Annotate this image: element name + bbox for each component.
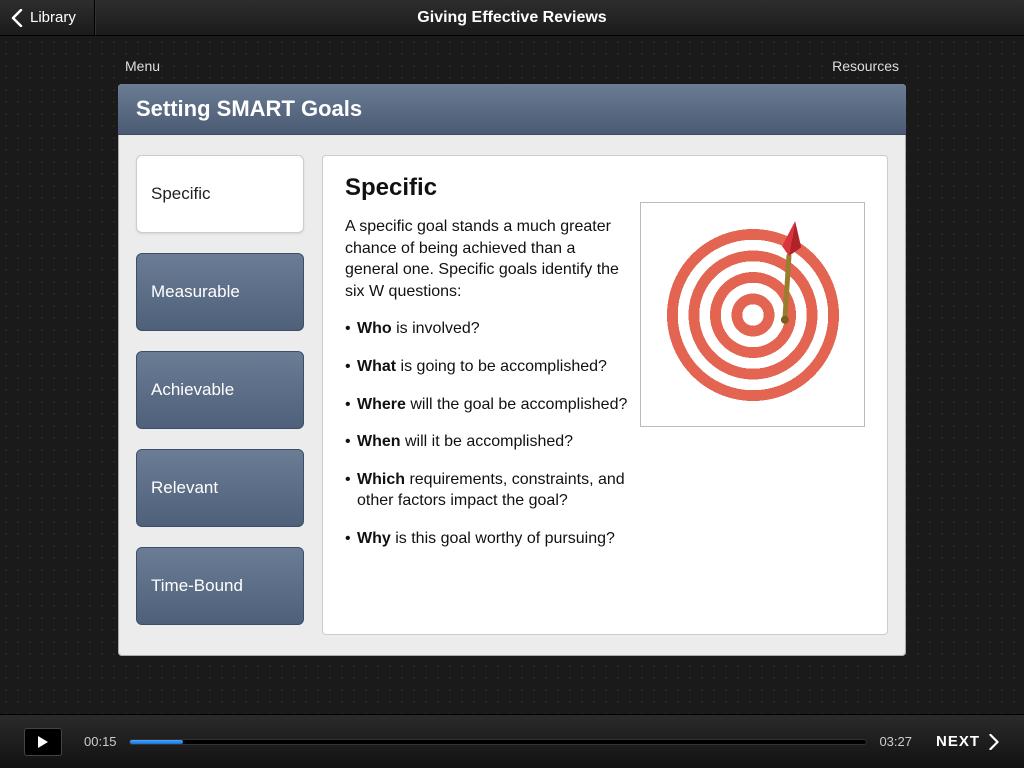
list-item: What is going to be accomplished? bbox=[345, 356, 645, 378]
tab-measurable[interactable]: Measurable bbox=[136, 253, 304, 331]
play-icon bbox=[37, 735, 49, 749]
slide-header: Setting SMART Goals bbox=[118, 84, 906, 135]
tab-label: Time-Bound bbox=[151, 576, 243, 596]
back-label: Library bbox=[30, 9, 76, 26]
chevron-left-icon bbox=[10, 9, 24, 27]
tab-label: Specific bbox=[151, 184, 211, 204]
current-time: 00:15 bbox=[84, 734, 117, 749]
tab-label: Measurable bbox=[151, 282, 240, 302]
page-title: Giving Effective Reviews bbox=[0, 9, 1024, 27]
list-item: Who is involved? bbox=[345, 318, 645, 340]
menu-button[interactable]: Menu bbox=[125, 58, 160, 74]
next-label: NEXT bbox=[936, 733, 980, 750]
tab-achievable[interactable]: Achievable bbox=[136, 351, 304, 429]
top-bar: Library Giving Effective Reviews bbox=[0, 0, 1024, 36]
bullet-list: Who is involved? What is going to be acc… bbox=[345, 318, 645, 549]
play-button[interactable] bbox=[24, 728, 62, 756]
content-image bbox=[640, 202, 865, 427]
slide-body: Specific Measurable Achievable Relevant … bbox=[118, 135, 906, 655]
slide-container: Setting SMART Goals Specific Measurable … bbox=[118, 84, 906, 656]
tab-label: Achievable bbox=[151, 380, 234, 400]
tab-time-bound[interactable]: Time-Bound bbox=[136, 547, 304, 625]
content-panel: Specific A specific goal stands a much g… bbox=[322, 155, 888, 635]
list-item: Which requirements, constraints, and oth… bbox=[345, 469, 645, 512]
chevron-right-icon bbox=[988, 734, 1000, 750]
list-item: When will it be accomplished? bbox=[345, 431, 645, 453]
progress-fill bbox=[130, 740, 183, 744]
tab-specific[interactable]: Specific bbox=[136, 155, 304, 233]
total-time: 03:27 bbox=[879, 734, 912, 749]
content-intro: A specific goal stands a much greater ch… bbox=[345, 216, 625, 302]
dart-target-icon bbox=[658, 220, 848, 410]
submenu-bar: Menu Resources bbox=[0, 36, 1024, 84]
progress-bar[interactable] bbox=[129, 739, 868, 745]
list-item: Why is this goal worthy of pursuing? bbox=[345, 528, 645, 550]
player-bar: 00:15 03:27 NEXT bbox=[0, 714, 1024, 768]
next-button[interactable]: NEXT bbox=[936, 733, 1000, 750]
tab-label: Relevant bbox=[151, 478, 218, 498]
content-heading: Specific bbox=[345, 174, 865, 202]
back-button[interactable]: Library bbox=[0, 0, 95, 35]
resources-button[interactable]: Resources bbox=[832, 58, 899, 74]
tabs-column: Specific Measurable Achievable Relevant … bbox=[136, 155, 304, 635]
tab-relevant[interactable]: Relevant bbox=[136, 449, 304, 527]
list-item: Where will the goal be accomplished? bbox=[345, 394, 645, 416]
